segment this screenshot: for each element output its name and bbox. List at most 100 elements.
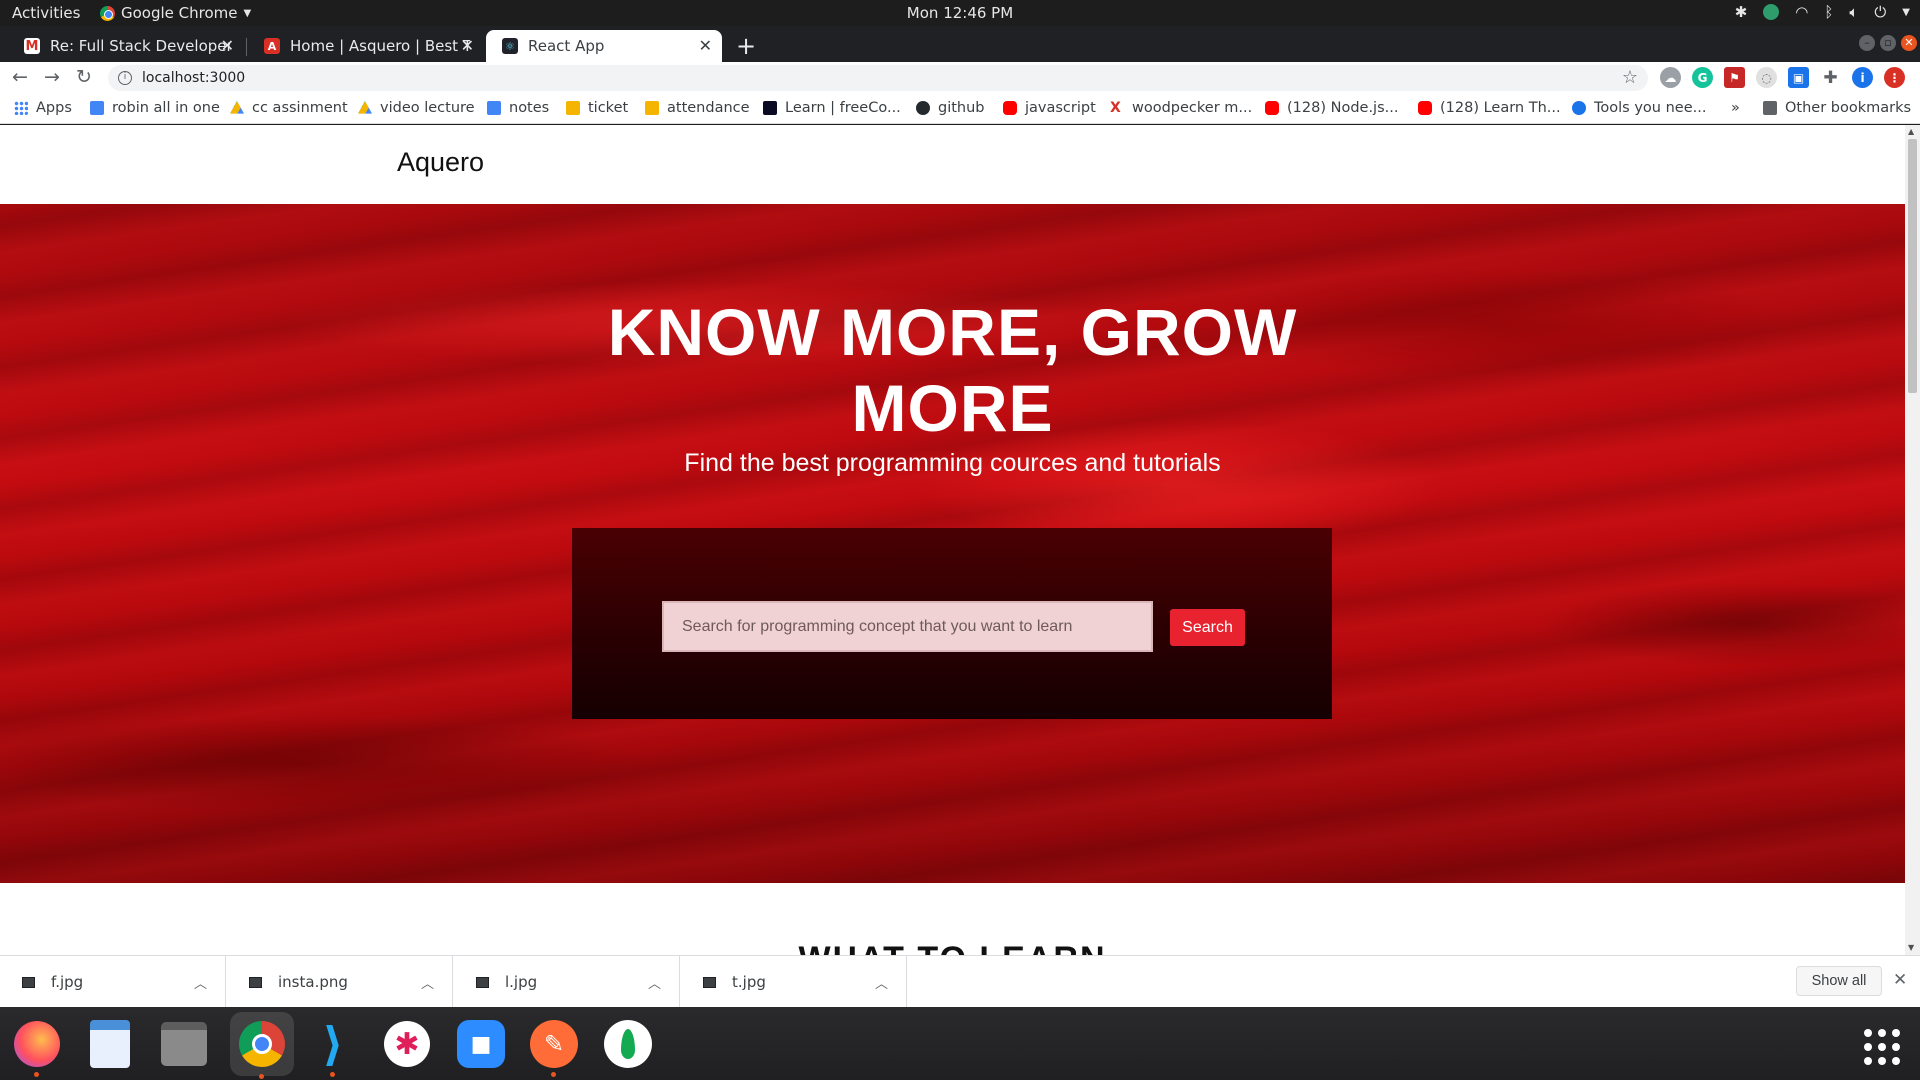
tab-react-app[interactable]: ⚛ React App ✕ xyxy=(486,30,722,62)
minimize-button[interactable]: – xyxy=(1859,35,1875,51)
mongodb-compass-launcher[interactable] xyxy=(601,1017,655,1071)
bookmark-cc-assinment[interactable]: cc assinment xyxy=(230,100,348,116)
scroll-down-icon[interactable]: ▼ xyxy=(1908,943,1914,952)
bookmark-video-lecture[interactable]: video lecture xyxy=(358,100,475,116)
chevron-up-icon[interactable]: ︿ xyxy=(194,973,207,992)
extension-gray-icon[interactable]: ◌ xyxy=(1756,67,1777,88)
image-file-icon xyxy=(476,976,489,988)
bluetooth-icon[interactable]: ᛒ xyxy=(1824,3,1833,21)
scroll-up-icon[interactable]: ▲ xyxy=(1908,127,1914,136)
search-button[interactable]: Search xyxy=(1170,609,1245,646)
bookmark-javascript[interactable]: javascript xyxy=(1003,100,1096,116)
bookmark-notes[interactable]: notes xyxy=(487,100,549,116)
bookmark-nodejs[interactable]: (128) Node.js... xyxy=(1265,100,1398,116)
grammarly-icon[interactable]: G xyxy=(1692,67,1713,88)
bookmark-apps[interactable]: Apps xyxy=(14,100,72,116)
firefox-launcher[interactable] xyxy=(10,1017,64,1077)
new-tab-button[interactable]: + xyxy=(736,32,756,60)
bookmark-woodpecker[interactable]: Xwoodpecker m... xyxy=(1110,100,1252,116)
search-panel: Search xyxy=(572,528,1332,719)
close-icon[interactable]: ✕ xyxy=(1893,970,1907,990)
download-item[interactable]: l.jpg ︿ xyxy=(454,956,680,1008)
slack-tray-icon[interactable]: ✱ xyxy=(1735,3,1748,21)
download-item[interactable]: f.jpg ︿ xyxy=(0,956,226,1008)
zoom-launcher[interactable]: ■ xyxy=(454,1017,508,1071)
postman-launcher[interactable]: ✎ xyxy=(527,1017,581,1077)
power-icon[interactable]: ⏻ xyxy=(1874,3,1886,21)
tab-title: Re: Full Stack Developer - xyxy=(50,37,230,55)
show-applications-button[interactable] xyxy=(1864,1029,1900,1065)
clock[interactable]: Mon 12:46 PM xyxy=(907,4,1013,22)
extension-cloud-icon[interactable]: ☁ xyxy=(1660,67,1681,88)
image-viewer-launcher[interactable] xyxy=(83,1017,137,1071)
section-title: WHAT TO LEARN xyxy=(0,940,1905,955)
blue-check-icon xyxy=(1572,101,1586,115)
forward-button[interactable]: → xyxy=(44,66,60,88)
scrollbar-thumb[interactable] xyxy=(1908,139,1917,393)
chrome-launcher[interactable] xyxy=(230,1012,294,1079)
chevron-down-icon[interactable]: ▼ xyxy=(1902,7,1910,18)
bookmark-robin-all-in-one[interactable]: robin all in one xyxy=(90,100,220,116)
search-input[interactable] xyxy=(662,601,1153,652)
bookmark-ticket[interactable]: ticket xyxy=(566,100,628,116)
vscode-launcher[interactable]: ⟩ xyxy=(306,1017,360,1077)
apps-grid-icon xyxy=(14,101,28,115)
close-icon[interactable]: ✕ xyxy=(461,36,474,55)
bookmark-attendance[interactable]: attendance xyxy=(645,100,750,116)
volume-icon[interactable]: 🔈︎ xyxy=(1849,3,1858,21)
other-bookmarks[interactable]: Other bookmarks xyxy=(1763,100,1911,116)
hero-section: KNOW MORE, GROW MORE Find the best progr… xyxy=(0,204,1905,883)
youtube-icon xyxy=(1418,101,1432,115)
info-icon[interactable]: i xyxy=(118,71,132,85)
extension-red-icon[interactable]: ⚑ xyxy=(1724,67,1745,88)
folder-icon xyxy=(1763,101,1777,115)
close-icon[interactable]: ✕ xyxy=(699,36,712,55)
bookmark-tools[interactable]: Tools you nee... xyxy=(1572,100,1706,116)
youtube-icon xyxy=(1265,101,1279,115)
bookmark-learn[interactable]: (128) Learn Th... xyxy=(1418,100,1561,116)
wifi-icon[interactable]: ◠ xyxy=(1795,3,1808,21)
screen-capture-icon[interactable]: ▣ xyxy=(1788,67,1809,88)
tab-asquero[interactable]: A Home | Asquero | Best Tut ✕ xyxy=(248,30,484,62)
hero-subtitle: Find the best programming cources and tu… xyxy=(684,449,1221,477)
maximize-button[interactable]: ▫ xyxy=(1880,35,1896,51)
page-scrollbar[interactable]: ▲ ▼ xyxy=(1905,125,1920,955)
asquero-icon: A xyxy=(264,38,280,54)
update-menu-icon[interactable]: ⋮ xyxy=(1884,67,1905,88)
reload-button[interactable]: ↻ xyxy=(76,66,92,88)
activities-button[interactable]: Activities xyxy=(12,4,80,22)
show-all-button[interactable]: Show all xyxy=(1796,966,1882,996)
download-item[interactable]: t.jpg ︿ xyxy=(681,956,907,1008)
taskbar-dock: ⟩ ✱ ■ ✎ xyxy=(0,1007,1920,1080)
bookmarks-bar: Apps robin all in one cc assinment video… xyxy=(0,94,1920,124)
status-tray-icon[interactable] xyxy=(1763,4,1780,20)
download-item[interactable]: insta.png ︿ xyxy=(227,956,453,1008)
chevron-up-icon[interactable]: ︿ xyxy=(875,973,888,992)
tab-title: React App xyxy=(528,37,605,55)
back-button[interactable]: ← xyxy=(12,66,28,88)
dropdown-arrow-icon: ▼ xyxy=(243,7,252,19)
image-file-icon xyxy=(249,976,262,988)
chevron-up-icon[interactable]: ︿ xyxy=(421,973,434,992)
system-tray[interactable]: ✱ ◠ ᛒ 🔈︎ ⏻ ▼ xyxy=(1735,3,1910,21)
site-brand[interactable]: Aquero xyxy=(397,147,484,178)
profile-avatar[interactable]: i xyxy=(1852,67,1873,88)
url-text[interactable]: localhost:3000 xyxy=(142,70,245,86)
close-window-button[interactable]: ✕ xyxy=(1901,35,1917,51)
close-icon[interactable]: ✕ xyxy=(221,36,234,55)
chevron-up-icon[interactable]: ︿ xyxy=(648,973,661,992)
site-navbar: Aquero xyxy=(0,125,1905,204)
bookmarks-overflow-button[interactable]: » xyxy=(1731,100,1740,116)
puzzle-extensions-icon[interactable]: ✚ xyxy=(1820,67,1841,88)
bookmark-star-icon[interactable]: ☆ xyxy=(1622,67,1638,88)
bookmark-github[interactable]: github xyxy=(916,100,985,116)
address-bar[interactable]: i localhost:3000 ☆ xyxy=(108,65,1648,91)
image-file-icon xyxy=(22,976,35,988)
files-launcher[interactable] xyxy=(157,1017,211,1071)
bookmark-freecodecamp[interactable]: Learn | freeCo... xyxy=(763,100,901,116)
tab-gmail[interactable]: M Re: Full Stack Developer - ✕ xyxy=(8,30,244,62)
image-file-icon xyxy=(703,976,716,988)
files-icon xyxy=(161,1022,207,1066)
slack-launcher[interactable]: ✱ xyxy=(380,1017,434,1071)
app-menu[interactable]: Google Chrome ▼ xyxy=(100,4,251,22)
